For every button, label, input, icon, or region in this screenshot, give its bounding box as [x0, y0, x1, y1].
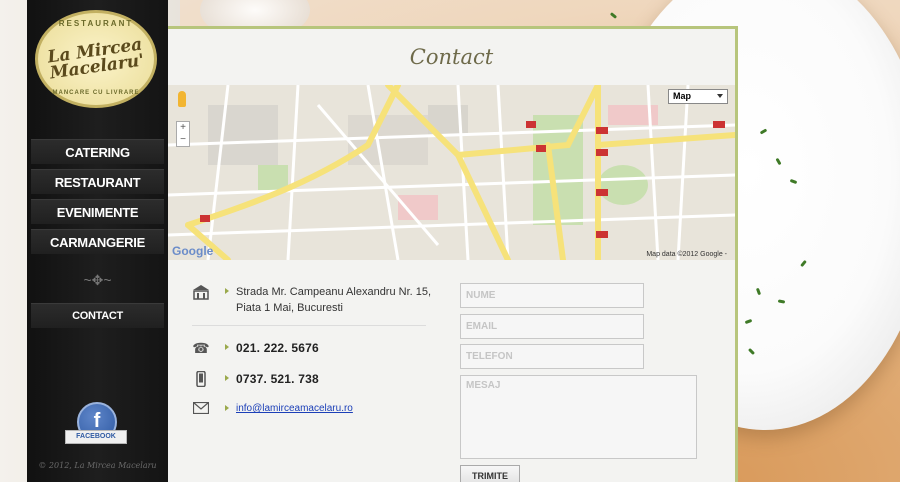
address-line-2: Piata 1 Mai, Bucuresti [236, 302, 343, 314]
map-type-label: Map [673, 91, 691, 101]
page-title: Contact [409, 45, 494, 69]
submit-button[interactable]: TRIMITE [460, 465, 520, 482]
nav-item-catering[interactable]: CATERING [31, 139, 164, 164]
map-type-dropdown[interactable]: Map [668, 89, 728, 104]
restaurant-logo[interactable]: RESTAURANT La Mircea Macelaru' MANCARE C… [35, 10, 157, 108]
nav-item-contact[interactable]: CONTACT [31, 303, 164, 328]
logo-top-text: RESTAURANT [58, 19, 134, 28]
email-row: info@lamirceamacelaru.ro [192, 401, 432, 419]
divider [192, 325, 426, 326]
bullet-icon [225, 375, 229, 381]
sidebar: RESTAURANT La Mircea Macelaru' MANCARE C… [27, 0, 168, 482]
nav-item-restaurant[interactable]: RESTAURANT [31, 169, 164, 194]
mobile-phone-icon [192, 370, 210, 388]
facebook-label: FACEBOOK [65, 430, 127, 444]
phone-field[interactable] [460, 344, 644, 369]
herb-garnish [609, 12, 618, 19]
zoom-in-button[interactable]: + [177, 122, 189, 134]
logo-bottom-text: MANCARE CU LIVRARE [52, 90, 140, 96]
email-link[interactable]: info@lamirceamacelaru.ro [236, 401, 353, 417]
bullet-icon [225, 288, 229, 294]
address-row: Strada Mr. Campeanu Alexandru Nr. 15, Pi… [192, 284, 432, 318]
address-line-1: Strada Mr. Campeanu Alexandru Nr. 15, [236, 286, 432, 298]
map-attribution: Map data ©2012 Google - [646, 251, 727, 258]
phone-row: ☎ 021. 222. 5676 [192, 340, 432, 358]
envelope-icon [192, 401, 210, 417]
email-field[interactable] [460, 314, 644, 339]
facebook-badge[interactable]: f FACEBOOK [65, 402, 127, 448]
street-view-pegman-icon[interactable] [178, 91, 186, 107]
telephone-icon: ☎ [192, 340, 210, 356]
main-panel: Contact + − Map Google Map data ©2012 Go… [168, 26, 738, 482]
mobile-number: 0737. 521. 738 [236, 372, 319, 386]
name-field[interactable] [460, 283, 644, 308]
zoom-out-button[interactable]: − [177, 134, 189, 146]
map-zoom-control[interactable]: + − [176, 121, 190, 147]
nav-item-carmangerie[interactable]: CARMANGERIE [31, 229, 164, 254]
google-logo: Google [172, 244, 214, 258]
google-map[interactable]: + − Map Google Map data ©2012 Google - [168, 85, 735, 260]
message-field[interactable] [460, 375, 697, 459]
map-streets [168, 85, 735, 260]
divider-ornament: ~✥~ [83, 272, 112, 288]
nav-item-evenimente[interactable]: EVENIMENTE [31, 199, 164, 224]
logo-name: La Mircea Macelaru' [46, 34, 146, 84]
phone-number: 021. 222. 5676 [236, 341, 319, 355]
bullet-icon [225, 344, 229, 350]
bullet-icon [225, 405, 229, 411]
address-text: Strada Mr. Campeanu Alexandru Nr. 15, Pi… [236, 284, 431, 316]
building-icon [192, 284, 210, 300]
copyright: © 2012, La Mircea Macelaru [38, 461, 157, 470]
mobile-row: 0737. 521. 738 [192, 370, 432, 389]
chevron-down-icon [717, 94, 723, 98]
